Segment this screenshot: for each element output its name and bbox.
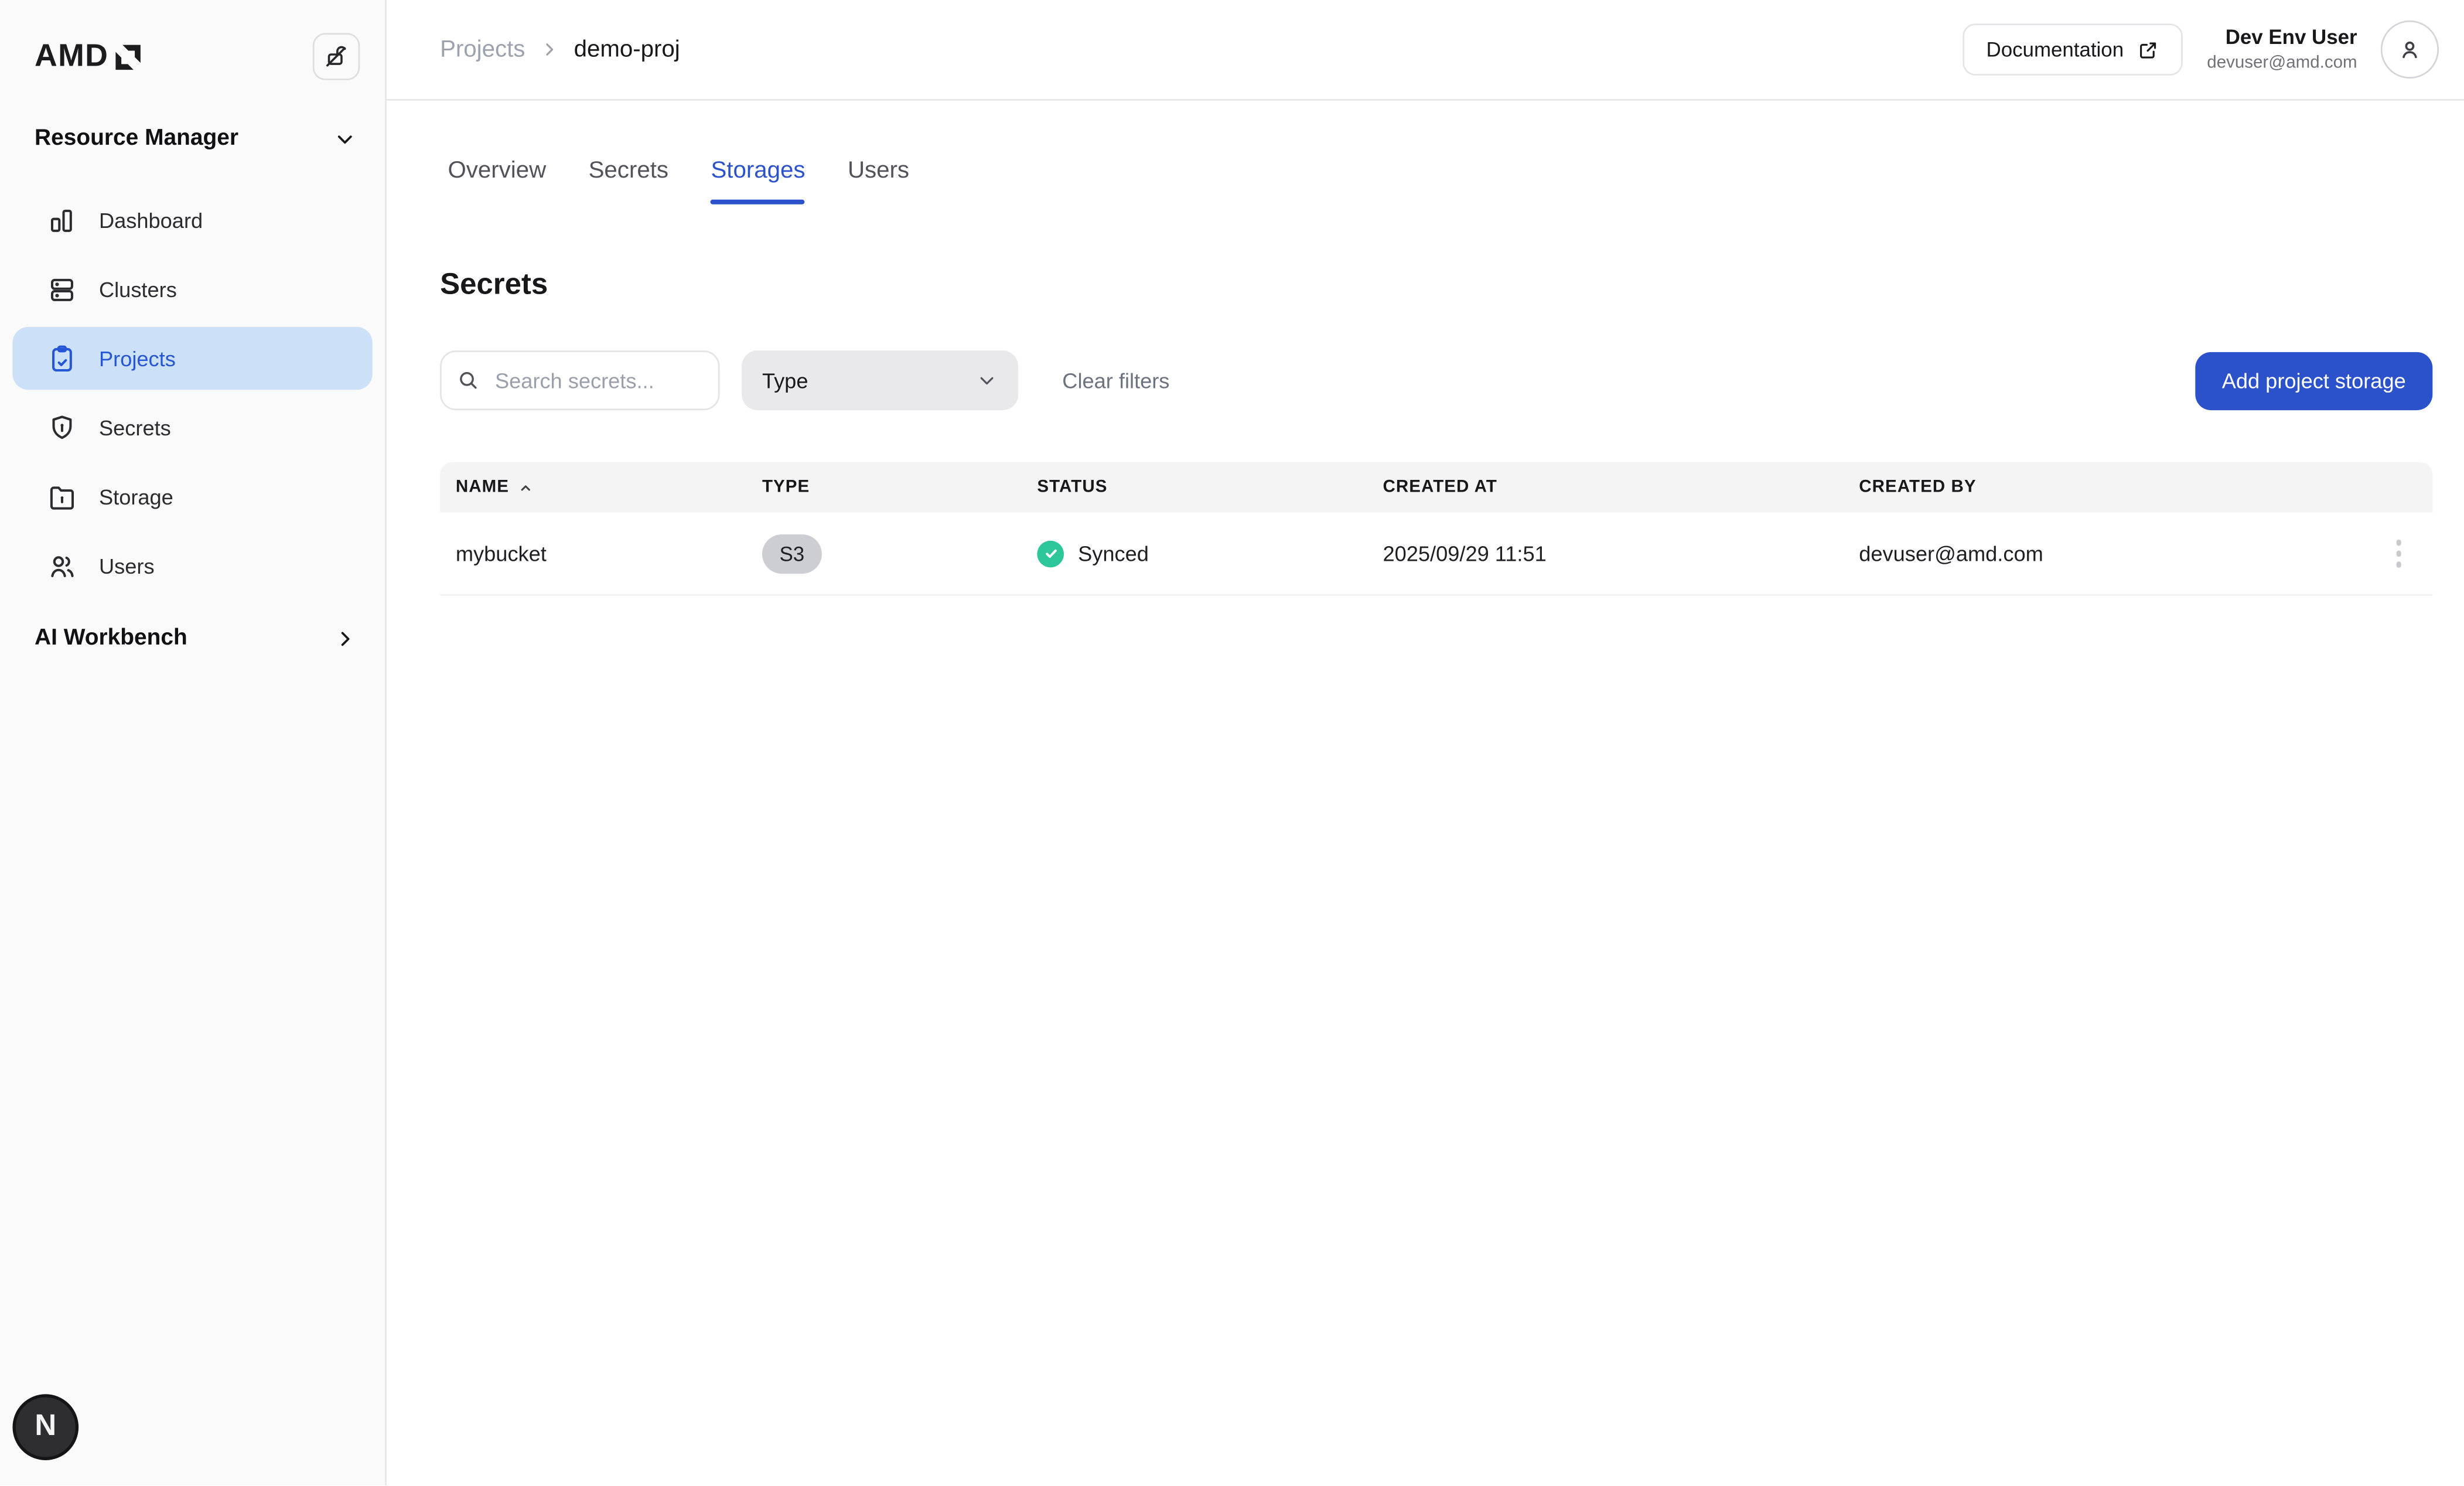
table-row[interactable]: mybucket S3 Synced 2025/09/29 11:51 devu…	[440, 512, 2432, 595]
breadcrumb: Projects demo-proj	[440, 36, 680, 63]
cell-created-by: devuser@amd.com	[1859, 541, 2432, 565]
user-info: Dev Env User devuser@amd.com	[2207, 25, 2357, 75]
column-header-created-at: CREATED AT	[1383, 478, 1859, 496]
sidebar-item-label: Projects	[99, 346, 176, 370]
lock-slash-icon	[324, 44, 349, 69]
column-header-created-by: CREATED BY	[1859, 478, 2432, 496]
clear-filters-button[interactable]: Clear filters	[1062, 369, 1169, 392]
table-header-row: NAME TYPE STATUS CREATED AT CREATED BY	[440, 462, 2432, 513]
amd-arrow-icon	[113, 42, 143, 71]
product-switcher[interactable]: Resource Manager	[0, 126, 385, 151]
users-icon	[47, 551, 77, 581]
filter-row: Type Clear filters Add project storage	[440, 350, 2432, 410]
ai-workbench-label: AI Workbench	[35, 626, 187, 651]
user-avatar[interactable]	[2381, 21, 2439, 79]
cell-status: Synced	[1037, 540, 1383, 567]
server-stack-icon	[47, 274, 77, 304]
status-synced-icon	[1037, 540, 1064, 567]
sidebar-item-projects[interactable]: Projects	[12, 327, 372, 390]
column-header-label: NAME	[456, 478, 509, 496]
external-link-icon	[2138, 39, 2160, 61]
column-header-type: TYPE	[762, 478, 1037, 496]
clipboard-check-icon	[47, 343, 77, 373]
sidebar-item-label: Secrets	[99, 415, 171, 439]
column-header-status: STATUS	[1037, 478, 1383, 496]
sidebar-logo-row: AMD	[0, 0, 385, 91]
sidebar-item-label: Storage	[99, 485, 173, 509]
storages-table: NAME TYPE STATUS CREATED AT CREATED BY m…	[440, 462, 2432, 596]
add-project-storage-button[interactable]: Add project storage	[2195, 352, 2432, 410]
sidebar: AMD Resource Mana	[0, 0, 387, 1485]
cell-created-at: 2025/09/29 11:51	[1383, 541, 1859, 565]
sidebar-item-dashboard[interactable]: Dashboard	[12, 189, 372, 251]
amd-logo-text: AMD	[35, 39, 108, 75]
dev-tools-badge[interactable]: N	[12, 1394, 79, 1460]
top-bar: Projects demo-proj Documentation	[387, 0, 2464, 101]
dev-tools-badge-letter: N	[35, 1410, 56, 1444]
chevron-down-icon	[333, 127, 357, 150]
sidebar-item-ai-workbench[interactable]: AI Workbench	[0, 626, 385, 651]
search-box	[440, 350, 719, 410]
tab-bar: Overview Secrets Storages Users	[448, 157, 2432, 204]
type-badge: S3	[762, 534, 822, 573]
folder-lock-icon	[47, 482, 77, 512]
sidebar-item-label: Users	[99, 554, 155, 578]
user-email: devuser@amd.com	[2207, 53, 2357, 75]
content: Overview Secrets Storages Users Secrets …	[387, 101, 2464, 1485]
sidebar-lock-toggle-button[interactable]	[313, 33, 360, 80]
chevron-down-icon	[976, 369, 998, 391]
sidebar-item-label: Dashboard	[99, 208, 203, 231]
status-label: Synced	[1078, 541, 1149, 565]
sidebar-item-users[interactable]: Users	[12, 534, 372, 597]
tab-users[interactable]: Users	[848, 157, 909, 204]
bar-chart-icon	[47, 205, 77, 235]
column-header-name[interactable]: NAME	[440, 478, 762, 496]
documentation-label: Documentation	[1987, 38, 2124, 61]
search-input[interactable]	[492, 367, 702, 394]
cell-type: S3	[762, 534, 1037, 573]
person-icon	[2397, 36, 2424, 63]
top-right-group: Documentation Dev Env User devuser@amd.c…	[1963, 21, 2439, 79]
product-label: Resource Manager	[35, 126, 238, 151]
amd-logo: AMD	[35, 39, 143, 75]
shield-key-icon	[47, 413, 77, 442]
search-icon	[458, 369, 480, 391]
cell-name: mybucket	[440, 541, 762, 565]
breadcrumb-current: demo-proj	[574, 36, 680, 63]
main-area: Projects demo-proj Documentation	[387, 0, 2464, 1485]
tab-overview[interactable]: Overview	[448, 157, 546, 204]
documentation-button[interactable]: Documentation	[1963, 23, 2183, 76]
sidebar-nav: Dashboard Clusters	[0, 189, 385, 597]
breadcrumb-chevron-icon	[540, 39, 560, 60]
chevron-right-icon	[333, 626, 357, 650]
breadcrumb-projects-link[interactable]: Projects	[440, 36, 525, 63]
type-filter-dropdown[interactable]: Type	[742, 350, 1018, 410]
row-actions-menu-button[interactable]	[2390, 533, 2408, 573]
sidebar-item-secrets[interactable]: Secrets	[12, 396, 372, 459]
tab-storages[interactable]: Storages	[711, 157, 805, 204]
tab-secrets[interactable]: Secrets	[589, 157, 668, 204]
sidebar-item-clusters[interactable]: Clusters	[12, 258, 372, 321]
sidebar-item-storage[interactable]: Storage	[12, 465, 372, 528]
type-filter-label: Type	[762, 369, 808, 392]
section-title: Secrets	[440, 269, 2432, 304]
sidebar-item-label: Clusters	[99, 277, 177, 301]
sort-asc-icon	[517, 479, 535, 496]
app-window: AMD Resource Mana	[0, 0, 2464, 1485]
user-name: Dev Env User	[2207, 25, 2357, 50]
